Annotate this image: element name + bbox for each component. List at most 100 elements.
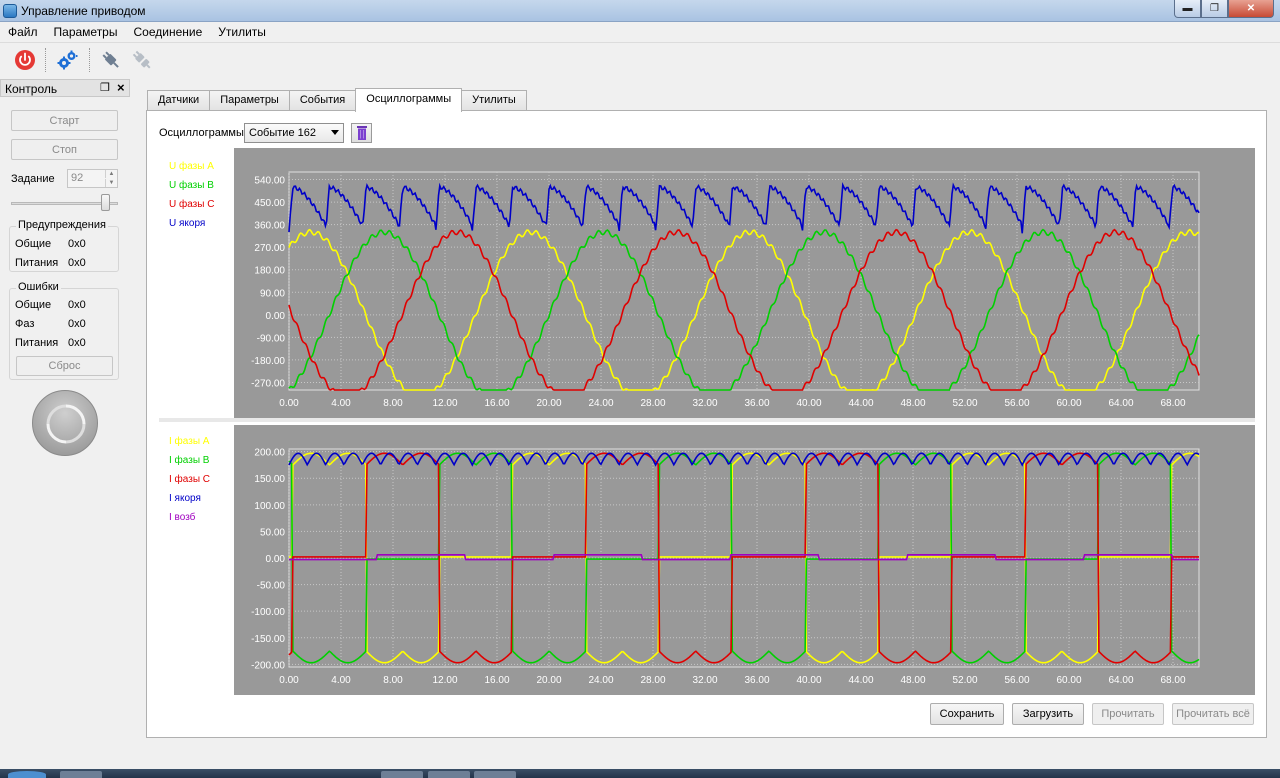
x-tick-label: 48.00 [900, 675, 925, 686]
voltage-chart: 0.00 4.00 8.00 12.00 16.00 20.00 24.00 28.00 32.… [251, 171, 1200, 409]
legend-i-phase-b: I фазы B [169, 455, 210, 466]
taskbar-item[interactable] [474, 771, 516, 778]
y-tick-label: 200.00 [254, 448, 285, 459]
restore-icon: ❐ [1210, 3, 1219, 14]
x-tick-label: 40.00 [796, 398, 821, 409]
float-icon: ❐ [100, 82, 110, 94]
menu-utilities[interactable]: Утилиты [210, 22, 274, 42]
error-phase-value: 0x0 [68, 318, 86, 330]
toolbar [0, 43, 1280, 77]
error-phase-label: Фаз [15, 318, 35, 330]
x-tick-label: 44.00 [848, 675, 873, 686]
y-tick-label: -270.00 [251, 378, 285, 389]
minimize-button[interactable]: ▬ [1174, 0, 1201, 18]
read-button[interactable]: Прочитать [1092, 703, 1164, 725]
y-tick-label: 450.00 [254, 198, 285, 209]
warning-general-label: Общие [15, 238, 52, 250]
legend-i-phase-c: I фазы C [169, 474, 211, 485]
tab-events[interactable]: События [288, 90, 357, 111]
title-bar: Управление приводом ▬ ❐ ✕ [0, 0, 1280, 22]
x-tick-label: 48.00 [900, 398, 925, 409]
x-tick-label: 40.00 [796, 675, 821, 686]
tab-sensors[interactable]: Датчики [147, 90, 211, 111]
x-tick-label: 52.00 [952, 398, 977, 409]
x-tick-label: 60.00 [1056, 675, 1081, 686]
control-dock: Контроль ❐ × Старт Стоп Задание 92 ▲ ▼ П… [0, 79, 130, 769]
y-tick-label: 50.00 [260, 527, 285, 538]
x-tick-label: 4.00 [331, 398, 351, 409]
delete-button[interactable] [351, 123, 372, 143]
current-legend: I фазы A I фазы B I фазы C I якоря I воз… [169, 436, 210, 531]
app-icon [3, 4, 17, 18]
x-tick-label: 12.00 [432, 398, 457, 409]
setpoint-spinbox[interactable]: 92 ▲ ▼ [67, 169, 118, 188]
plug-disconnect-icon [132, 50, 151, 69]
y-tick-label: 90.00 [260, 288, 285, 299]
x-tick-label: 64.00 [1108, 675, 1133, 686]
warning-power-value: 0x0 [68, 257, 86, 269]
trash-icon [356, 126, 367, 140]
power-button[interactable] [12, 47, 38, 73]
current-chart: 0.00 4.00 8.00 12.00 16.00 20.00 24.00 28.00 32.… [251, 448, 1200, 686]
read-all-button[interactable]: Прочитать всё [1172, 703, 1254, 725]
y-tick-label: 360.00 [254, 221, 285, 232]
status-indicator [32, 390, 98, 456]
os-taskbar [0, 769, 1280, 778]
y-tick-label: -100.00 [251, 607, 285, 618]
taskbar-item[interactable] [60, 771, 102, 778]
y-tick-label: 180.00 [254, 266, 285, 277]
taskbar-item[interactable] [381, 771, 423, 778]
spin-up-icon[interactable]: ▲ [105, 170, 117, 178]
event-select[interactable]: Событие 162 [244, 123, 344, 143]
x-tick-label: 28.00 [640, 398, 665, 409]
x-tick-label: 32.00 [692, 675, 717, 686]
menu-parameters[interactable]: Параметры [46, 22, 126, 42]
x-tick-label: 36.00 [744, 675, 769, 686]
y-tick-label: 540.00 [254, 176, 285, 187]
x-tick-label: 16.00 [484, 675, 509, 686]
x-tick-label: 56.00 [1004, 675, 1029, 686]
chevron-down-icon [331, 130, 339, 135]
taskbar-item[interactable] [428, 771, 470, 778]
disconnect-button[interactable] [129, 47, 155, 73]
plot-splitter[interactable] [159, 418, 1255, 422]
close-button[interactable]: ✕ [1228, 0, 1274, 18]
tab-oscillograms[interactable]: Осциллограммы [355, 88, 463, 112]
menu-file[interactable]: Файл [0, 22, 46, 42]
x-tick-label: 64.00 [1108, 398, 1133, 409]
toolbar-separator [89, 48, 90, 72]
tab-utilities[interactable]: Утилиты [461, 90, 527, 111]
setpoint-slider-handle[interactable] [101, 194, 110, 211]
window-title: Управление приводом [21, 4, 146, 18]
x-tick-label: 20.00 [536, 675, 561, 686]
warning-general-value: 0x0 [68, 238, 86, 250]
menu-connection[interactable]: Соединение [125, 22, 210, 42]
voltage-plot-area: 0.00 4.00 8.00 12.00 16.00 20.00 24.00 28.00 32.… [234, 148, 1255, 418]
start-orb-icon[interactable] [8, 771, 46, 778]
dock-float-button[interactable]: ❐ [100, 81, 110, 94]
reset-button[interactable]: Сброс [16, 356, 113, 376]
tab-parameters[interactable]: Параметры [209, 90, 290, 111]
x-tick-label: 16.00 [484, 398, 509, 409]
y-tick-label: -50.00 [257, 581, 286, 592]
refresh-ring-icon [46, 404, 86, 444]
connect-button[interactable] [98, 47, 124, 73]
settings-button[interactable] [54, 47, 80, 73]
x-tick-label: 68.00 [1160, 675, 1185, 686]
dock-close-button[interactable]: × [117, 80, 125, 95]
x-tick-label: 28.00 [640, 675, 665, 686]
spin-down-icon[interactable]: ▼ [105, 179, 117, 187]
x-tick-label: 8.00 [383, 398, 403, 409]
window-controls: ▬ ❐ ✕ [1174, 0, 1274, 18]
start-button[interactable]: Старт [11, 110, 118, 131]
x-tick-label: 44.00 [848, 398, 873, 409]
save-button[interactable]: Сохранить [930, 703, 1004, 725]
load-button[interactable]: Загрузить [1012, 703, 1084, 725]
oscillograms-label: Осциллограммы [159, 127, 244, 139]
maximize-button[interactable]: ❐ [1201, 0, 1228, 18]
stop-button[interactable]: Стоп [11, 139, 118, 160]
current-plot-area: 0.00 4.00 8.00 12.00 16.00 20.00 24.00 28.00 32.… [234, 425, 1255, 695]
y-tick-label: -150.00 [251, 634, 285, 645]
x-tick-label: 24.00 [588, 398, 613, 409]
minimize-icon: ▬ [1182, 3, 1193, 14]
